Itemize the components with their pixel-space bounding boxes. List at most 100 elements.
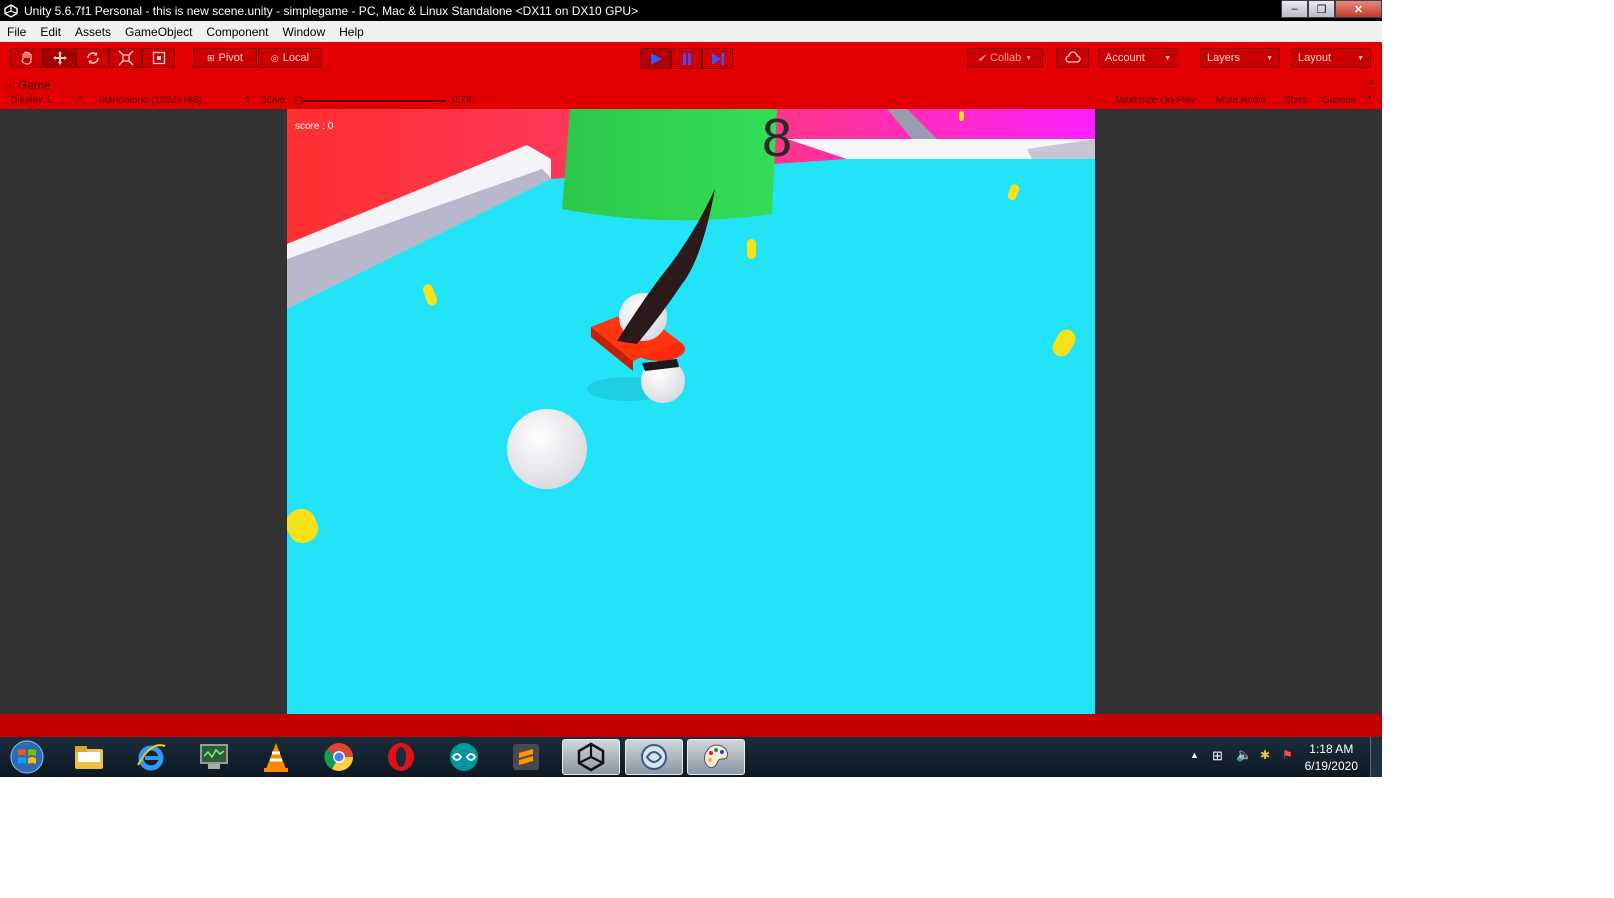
- monitor-icon: [200, 744, 228, 769]
- green-pillar: [562, 109, 777, 221]
- game-tab-icon: ◐: [8, 81, 15, 92]
- menu-file[interactable]: File: [0, 25, 33, 39]
- mute-audio-toggle[interactable]: Mute Audio: [1216, 95, 1266, 106]
- taskbar-vlc[interactable]: [247, 739, 305, 775]
- play-icon: [650, 52, 662, 65]
- maximize-button[interactable]: ❐: [1308, 0, 1335, 18]
- vlc-cone-icon: [264, 743, 288, 772]
- taskbar-paint[interactable]: [687, 739, 745, 775]
- scale-slider-knob[interactable]: [294, 96, 303, 105]
- resolution-dropdown[interactable]: Standalone (1024x768): [98, 95, 202, 106]
- game-view-area: score : 0 8: [0, 109, 1382, 714]
- cloud-button[interactable]: [1056, 48, 1089, 68]
- display-dropdown[interactable]: Display 1: [10, 95, 51, 106]
- collab-dropdown[interactable]: ✔ Collab ▼: [967, 48, 1043, 68]
- pivot-icon: ⊞: [206, 52, 215, 63]
- chevron-down-icon: ▼: [1357, 54, 1364, 62]
- panel-menu-icon[interactable]: ≡: [1368, 78, 1374, 89]
- internet-explorer-icon: [137, 744, 166, 771]
- pivot-toggle[interactable]: ⊞ Pivot: [193, 48, 257, 68]
- scale-slider-track[interactable]: [298, 100, 446, 102]
- start-button[interactable]: [7, 740, 47, 774]
- collab-check-icon: ✔: [977, 52, 988, 65]
- move-tool-button[interactable]: [43, 48, 76, 68]
- menu-component[interactable]: Component: [199, 25, 275, 39]
- account-label: Account: [1105, 52, 1145, 64]
- layout-label: Layout: [1298, 52, 1332, 64]
- move-arrows-icon: [52, 51, 67, 65]
- action-center-flag-icon[interactable]: ⚑: [1282, 748, 1293, 762]
- window-title: Unity 5.6.7f1 Personal - this is new sce…: [24, 3, 639, 18]
- taskbar-arduino[interactable]: [435, 739, 493, 775]
- gizmos-dropdown[interactable]: Gizmos: [1322, 95, 1356, 106]
- unity-icon: [577, 742, 605, 772]
- taskbar-chrome[interactable]: [310, 739, 368, 775]
- windows-start-icon: [10, 740, 44, 774]
- pause-icon: [682, 52, 691, 65]
- monodevelop-icon: [641, 744, 667, 770]
- status-strip: [0, 714, 1382, 737]
- scale-tool-button[interactable]: [109, 48, 142, 68]
- volume-icon[interactable]: 🔈: [1236, 747, 1252, 763]
- scale-label: Scale: [260, 95, 286, 106]
- layers-dropdown[interactable]: Layers ▼: [1200, 48, 1280, 68]
- cloud-icon: [1064, 51, 1081, 63]
- chevron-down-icon: ▼: [1025, 54, 1033, 62]
- game-view-header: ◐ Game ≡ Display 1 ⇕ Standalone (1024x768…: [0, 76, 1382, 109]
- network-icon[interactable]: ⊞: [1212, 748, 1223, 764]
- minimize-button[interactable]: –: [1281, 0, 1308, 18]
- tab-game[interactable]: ◐ Game: [8, 78, 51, 92]
- arduino-icon: [450, 743, 478, 771]
- unity-logo-icon: [4, 3, 18, 18]
- taskbar-explorer[interactable]: [60, 739, 118, 775]
- menu-gameobject[interactable]: GameObject: [118, 25, 199, 39]
- taskbar-opera[interactable]: [372, 739, 430, 775]
- game-viewport[interactable]: score : 0 8: [287, 109, 1095, 714]
- clock-date: 6/19/2020: [1304, 759, 1358, 773]
- menu-assets[interactable]: Assets: [68, 25, 118, 39]
- chrome-icon: [324, 743, 353, 771]
- score-label: score : 0: [295, 121, 334, 132]
- system-tray: ▲ ⊞ 🔈 ✱ ⚑ 1:18 AM 6/19/2020: [1182, 737, 1382, 777]
- show-desktop-button[interactable]: [1370, 737, 1382, 777]
- layout-dropdown[interactable]: Layout ▼: [1291, 48, 1371, 68]
- hand-tool-button[interactable]: [10, 48, 43, 68]
- taskbar-monodevelop[interactable]: [625, 739, 683, 775]
- stats-toggle[interactable]: Stats: [1284, 95, 1307, 106]
- title-bar: Unity 5.6.7f1 Personal - this is new sce…: [0, 0, 1382, 21]
- collab-label: Collab: [990, 52, 1022, 64]
- account-dropdown[interactable]: Account ▼: [1098, 48, 1178, 68]
- step-button[interactable]: [702, 48, 733, 69]
- clock[interactable]: 1:18 AM 6/19/2020: [1305, 741, 1358, 775]
- windows-taskbar: ▲ ⊞ 🔈 ✱ ⚑ 1:18 AM 6/19/2020: [0, 737, 1382, 777]
- scale-icon: [118, 50, 133, 66]
- menu-edit[interactable]: Edit: [33, 25, 68, 39]
- game-scene: [287, 109, 1095, 714]
- maximize-on-play-toggle[interactable]: Maximize On Play: [1115, 95, 1196, 106]
- pause-button[interactable]: [671, 48, 702, 69]
- rect-tool-button[interactable]: [142, 48, 175, 68]
- sublime-icon: [513, 744, 539, 770]
- taskbar-sublime-text[interactable]: [497, 739, 555, 775]
- game-tab-label: Game: [18, 78, 51, 92]
- chevron-updown-icon: ⇕: [77, 95, 84, 104]
- hand-icon: [20, 51, 32, 65]
- local-toggle[interactable]: ◎ Local: [258, 48, 322, 68]
- playback-controls: [640, 48, 733, 69]
- scale-value: 0.78: [452, 95, 472, 106]
- window-controls: – ❐ ✕: [1281, 0, 1382, 18]
- taskbar-unity[interactable]: [562, 739, 620, 775]
- power-icon[interactable]: ✱: [1260, 748, 1270, 762]
- rotate-tool-button[interactable]: [76, 48, 109, 68]
- close-button[interactable]: ✕: [1335, 0, 1382, 18]
- menu-bar: File Edit Assets GameObject Component Wi…: [0, 21, 1382, 42]
- menu-help[interactable]: Help: [332, 25, 371, 39]
- taskbar-internet-explorer[interactable]: [122, 739, 180, 775]
- taskbar-system-monitor[interactable]: [185, 739, 243, 775]
- play-button[interactable]: [640, 48, 671, 69]
- chevron-updown-icon: ⇕: [244, 95, 251, 104]
- local-label: Local: [282, 52, 310, 64]
- rect-transform-icon: [152, 51, 165, 65]
- menu-window[interactable]: Window: [275, 25, 332, 39]
- tray-expand-icon[interactable]: ▲: [1190, 750, 1199, 760]
